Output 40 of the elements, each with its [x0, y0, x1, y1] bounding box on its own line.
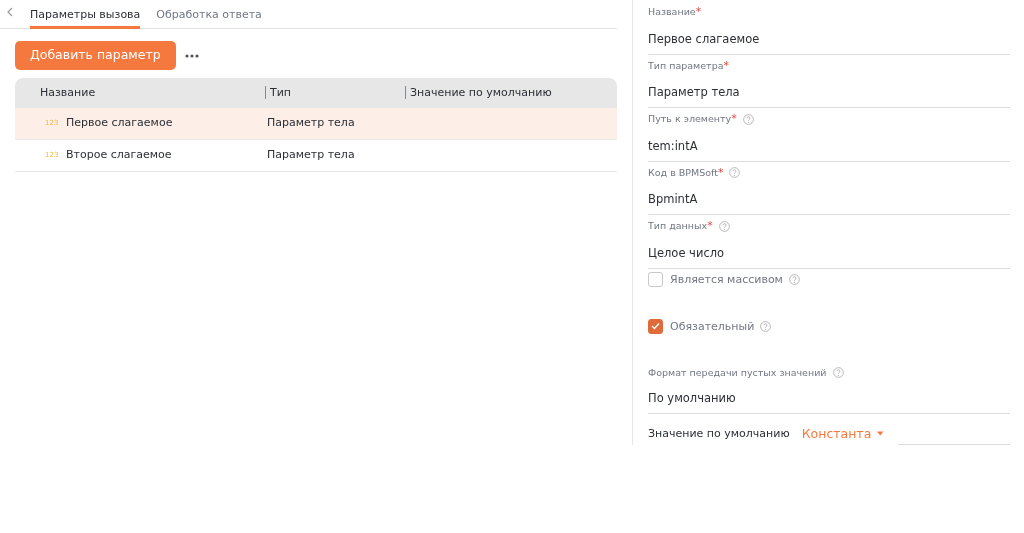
table-cell: Второе слагаемое: [66, 147, 172, 164]
required-mark: *: [731, 111, 737, 127]
input-field[interactable]: Параметр тела: [648, 74, 1010, 109]
required-mark: *: [723, 57, 729, 74]
field-label: Тип параметра: [648, 58, 724, 73]
required-mark: *: [707, 218, 713, 234]
field-label: Тип данных: [648, 219, 708, 234]
table-cell: Параметр тела: [267, 115, 355, 132]
help-icon[interactable]: [742, 113, 754, 125]
field-label: Код в BPMSoft: [648, 165, 718, 180]
input-field[interactable]: Целое число: [648, 234, 1010, 269]
help-icon[interactable]: [832, 367, 844, 379]
input-field[interactable]: Первое слагаемое: [648, 20, 1010, 55]
checkbox[interactable]: [648, 271, 663, 287]
field-label: Формат передачи пустых значений: [648, 365, 827, 380]
field-label: Название: [648, 5, 696, 20]
input-field[interactable]: По умолчанию: [648, 379, 1010, 414]
table-cell: Параметр тела: [267, 147, 355, 164]
caret-icon[interactable]: [877, 431, 884, 437]
field-label: Значение по умолчанию: [648, 425, 790, 442]
column-header[interactable]: Название: [40, 85, 96, 99]
help-icon[interactable]: [718, 220, 730, 232]
checkbox-label: Обязательный: [670, 318, 755, 335]
more-icon[interactable]: [183, 52, 200, 59]
required-mark: *: [717, 164, 724, 181]
help-icon[interactable]: [760, 320, 772, 332]
column-header[interactable]: Значение по умолчанию: [405, 85, 552, 99]
tab[interactable]: Параметры вызова: [30, 0, 141, 29]
checkbox[interactable]: [648, 318, 663, 334]
table-cell: Первое слагаемое: [66, 115, 173, 132]
help-icon[interactable]: [729, 167, 741, 179]
input-field[interactable]: tem:intA: [648, 127, 1010, 162]
input-field[interactable]: BpmintA: [648, 181, 1010, 216]
check-icon: [651, 322, 660, 330]
help-icon[interactable]: [788, 273, 800, 285]
checkbox-label: Является массивом: [670, 271, 783, 288]
tab[interactable]: Обработка ответа: [156, 0, 262, 29]
column-header[interactable]: Тип: [265, 85, 292, 99]
required-mark: *: [695, 4, 702, 20]
field-label: Путь к элементу: [648, 112, 732, 127]
